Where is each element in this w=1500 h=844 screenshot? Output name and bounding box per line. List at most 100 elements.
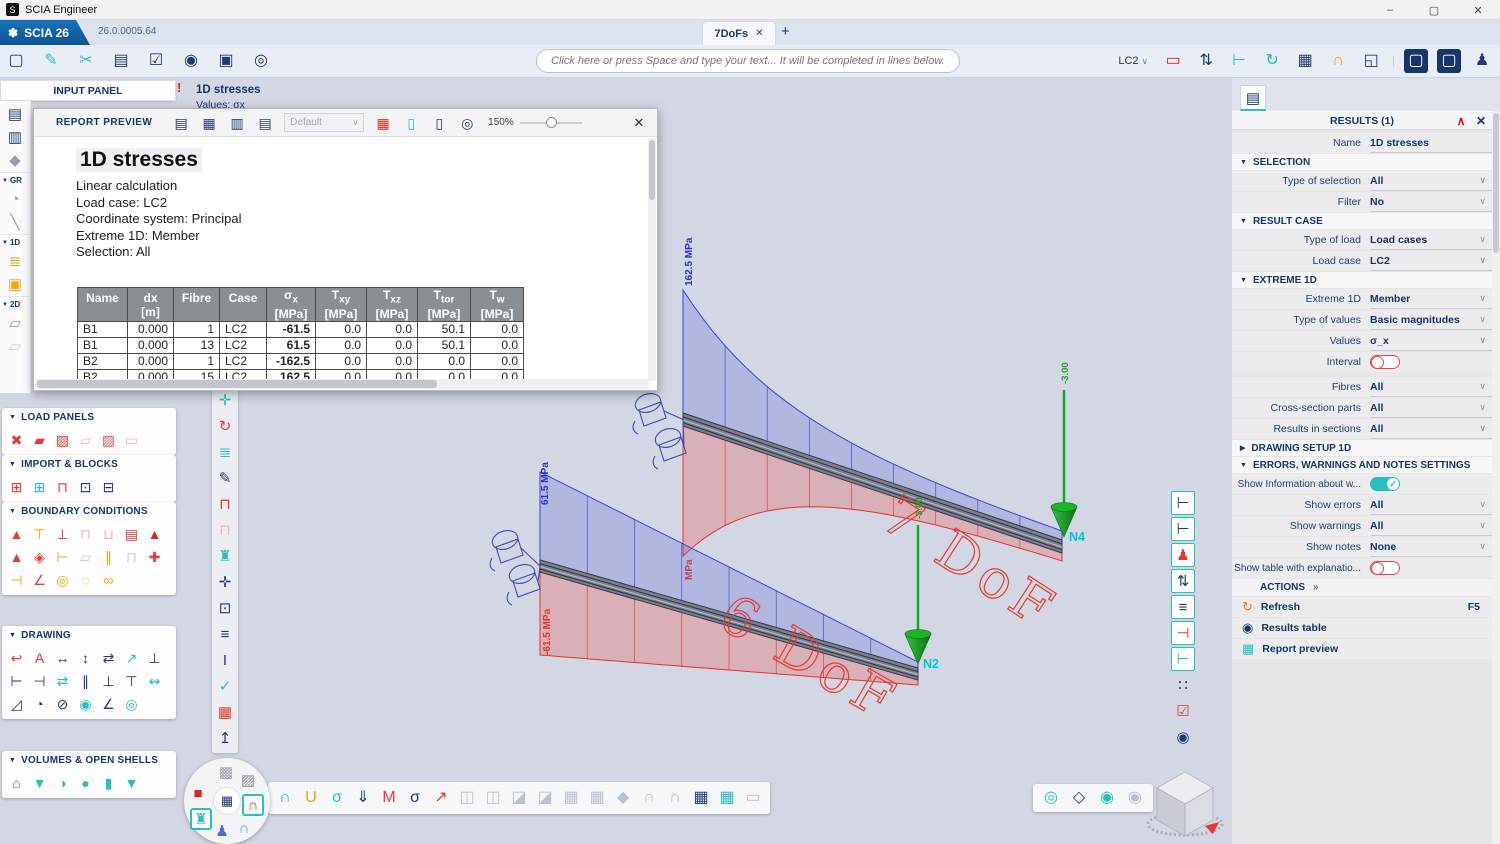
section-selection[interactable]: ▼SELECTION (1232, 154, 1492, 170)
support-cone2-icon[interactable]: ▲ (143, 522, 166, 545)
action-results-table[interactable]: ◉Results table (1232, 618, 1492, 638)
section-member2-icon[interactable]: ⊢ (1171, 517, 1195, 541)
property-row-extreme-1d[interactable]: Extreme 1DMember∨ (1232, 289, 1492, 309)
window-layout-icon[interactable]: ◱ (1359, 49, 1383, 73)
open-shell-icon[interactable]: ⌂ (5, 771, 28, 794)
support-ghost4-icon[interactable]: ⊓ (120, 545, 143, 568)
ring-icon[interactable]: ◎ (51, 568, 74, 591)
action-refresh[interactable]: ↻RefreshF5 (1232, 597, 1492, 617)
support-ghost2-icon[interactable]: ⊔ (97, 522, 120, 545)
shell-wave-icon[interactable]: ▼ (28, 771, 51, 794)
result-deformation-u-icon[interactable]: ∩ (273, 785, 297, 811)
result-node-displacement-icon[interactable]: ↗ (429, 785, 453, 811)
bridge-ghost-icon[interactable]: ⊓ (213, 518, 237, 542)
page-setup-icon[interactable]: ▯ (428, 112, 450, 134)
dim-parallel-icon[interactable]: ∥ (74, 669, 97, 692)
visibility-eye-icon[interactable]: ◉ (179, 49, 203, 73)
result-plate2-icon[interactable]: ◫ (481, 785, 505, 811)
shell-slice-icon[interactable]: ◑ (51, 771, 74, 794)
property-row-fibres[interactable]: FibresAll∨ (1232, 377, 1492, 397)
table-delete-icon[interactable]: ▦ (213, 700, 237, 724)
report-vertical-scrollbar[interactable] (648, 138, 656, 381)
dimension-lines-icon[interactable]: ⊢ (1227, 49, 1251, 73)
property-row-type-of-values[interactable]: Type of valuesBasic magnitudes∨ (1232, 310, 1492, 330)
target-tool-icon[interactable]: ◎ (120, 692, 143, 715)
result-stress-sigma-icon[interactable]: σ (325, 785, 349, 811)
clip-icon[interactable]: ⊣ (5, 568, 28, 591)
support-fixed-icon[interactable]: ⊤ (28, 522, 51, 545)
dim-left-icon[interactable]: ⊢ (5, 669, 28, 692)
layer-box-1-icon[interactable]: ▢ (1404, 49, 1428, 73)
result-arch-icon[interactable]: ∩ (637, 785, 661, 811)
panel-boundary-conditions-header[interactable]: ▼BOUNDARY CONDITIONS (2, 502, 176, 521)
command-search-input[interactable] (536, 49, 960, 73)
export-document-icon[interactable]: ▤ (254, 112, 276, 134)
brush-icon[interactable]: ✎ (213, 466, 237, 490)
result-deformation-U-icon[interactable]: U (299, 785, 323, 811)
ring-tool-icon[interactable]: ◉ (74, 692, 97, 715)
rings-icon[interactable]: ∞ (97, 568, 120, 591)
import-dwg-icon[interactable]: ⊟ (97, 475, 120, 498)
results-panel-scrollbar[interactable] (1492, 111, 1500, 844)
minimize-button[interactable]: – (1368, 0, 1412, 20)
wheel-hub-icon[interactable]: ▦ (213, 787, 241, 815)
report-horizontal-scrollbar[interactable] (35, 379, 649, 389)
property-row-filter[interactable]: FilterNo∨ (1232, 192, 1492, 212)
load-panel-node-icon[interactable]: ✖ (5, 428, 28, 451)
page-orientation-icon[interactable]: ▯ (400, 112, 422, 134)
toolbox-icon[interactable]: ▤ (3, 103, 27, 126)
dim-right-icon[interactable]: ⊣ (28, 669, 51, 692)
support-pair-icon[interactable]: ∥ (97, 545, 120, 568)
shell-wave2-icon[interactable]: ▼ (120, 771, 143, 794)
new-report-item-icon[interactable]: ▤ (170, 112, 192, 134)
multilines-icon[interactable]: ≣ (213, 440, 237, 464)
regenerate-icon[interactable]: ↻ (1260, 49, 1284, 73)
panel-grid-teal-icon[interactable]: ▦ (715, 785, 739, 811)
maximize-button[interactable]: ▢ (1412, 0, 1456, 20)
property-row-values[interactable]: Valuesσ_x∨ (1232, 331, 1492, 351)
property-row-interval[interactable]: Interval (1232, 352, 1492, 372)
report-close-icon[interactable]: ✕ (629, 115, 649, 131)
workstation-wheel[interactable]: ▦ ▩▨∩∩♟♜■ (184, 758, 270, 844)
bridge-red-icon[interactable]: ⊓ (213, 492, 237, 516)
dim-wave-icon[interactable]: ↭ (143, 669, 166, 692)
tag-icon[interactable]: ◆ (3, 149, 27, 172)
angle-support-icon[interactable]: ∠ (28, 568, 51, 591)
import-frame-icon[interactable]: ⊞ (5, 475, 28, 498)
side-section-2d[interactable]: ▼2D (0, 296, 30, 312)
support-cone3-icon[interactable]: ▲ (5, 545, 28, 568)
visibility-cursor-icon[interactable]: ◉ (1095, 786, 1119, 810)
selection-check-icon[interactable]: ☑ (1171, 699, 1195, 723)
side-section-gr[interactable]: ▼GR (0, 172, 30, 188)
text-tool-icon[interactable]: A (28, 646, 51, 669)
drawers-icon[interactable]: ▥ (3, 126, 27, 149)
selection-frame-icon[interactable]: ▭ (1161, 49, 1185, 73)
close-button[interactable]: ✕ (1456, 0, 1500, 20)
print-report-icon[interactable]: ▤ (109, 49, 133, 73)
section-extreme-1d[interactable]: ▼EXTREME 1D (1232, 272, 1492, 288)
view-cube-icon[interactable]: ◇ (1067, 786, 1091, 810)
cross-link-icon[interactable]: ✚ (143, 545, 166, 568)
support-plate-icon[interactable]: ◈ (28, 545, 51, 568)
toggle-interval[interactable] (1370, 355, 1400, 369)
toggle-show-information-about-w[interactable]: ✓ (1370, 477, 1400, 491)
brand-tab[interactable]: ✽ SCIA 26 (0, 20, 90, 45)
support-double-icon[interactable]: ⊥ (51, 522, 74, 545)
load-panel-outline-icon[interactable]: ▭ (120, 428, 143, 451)
side-section-1d[interactable]: ▼1D (0, 234, 30, 250)
property-row-show-warnings[interactable]: Show warningsAll∨ (1232, 516, 1492, 536)
result-arch2-icon[interactable]: ∩ (663, 785, 687, 811)
property-row-show-information-about-w[interactable]: Show Information about w...✓ (1232, 474, 1492, 494)
angle-tool-icon[interactable]: ◿ (5, 692, 28, 715)
result-slab2-icon[interactable]: ◪ (533, 785, 557, 811)
compass-grid-icon[interactable]: ◔ (3, 188, 27, 211)
layer-box-2-icon[interactable]: ▢ (1437, 49, 1461, 73)
section-member-icon[interactable]: ⊢ (1171, 491, 1195, 515)
load-figure-icon[interactable]: ♟ (1171, 543, 1195, 567)
new-tab-button[interactable]: + (781, 23, 790, 40)
wheel-box-gray-icon[interactable]: ▩ (215, 761, 237, 783)
property-row-type-of-selection[interactable]: Type of selectionAll∨ (1232, 171, 1492, 191)
arc-tool-icon[interactable]: ↩ (5, 646, 28, 669)
import-file-icon[interactable]: ⊡ (74, 475, 97, 498)
strip-ghost-icon[interactable]: ▭ (741, 785, 765, 811)
